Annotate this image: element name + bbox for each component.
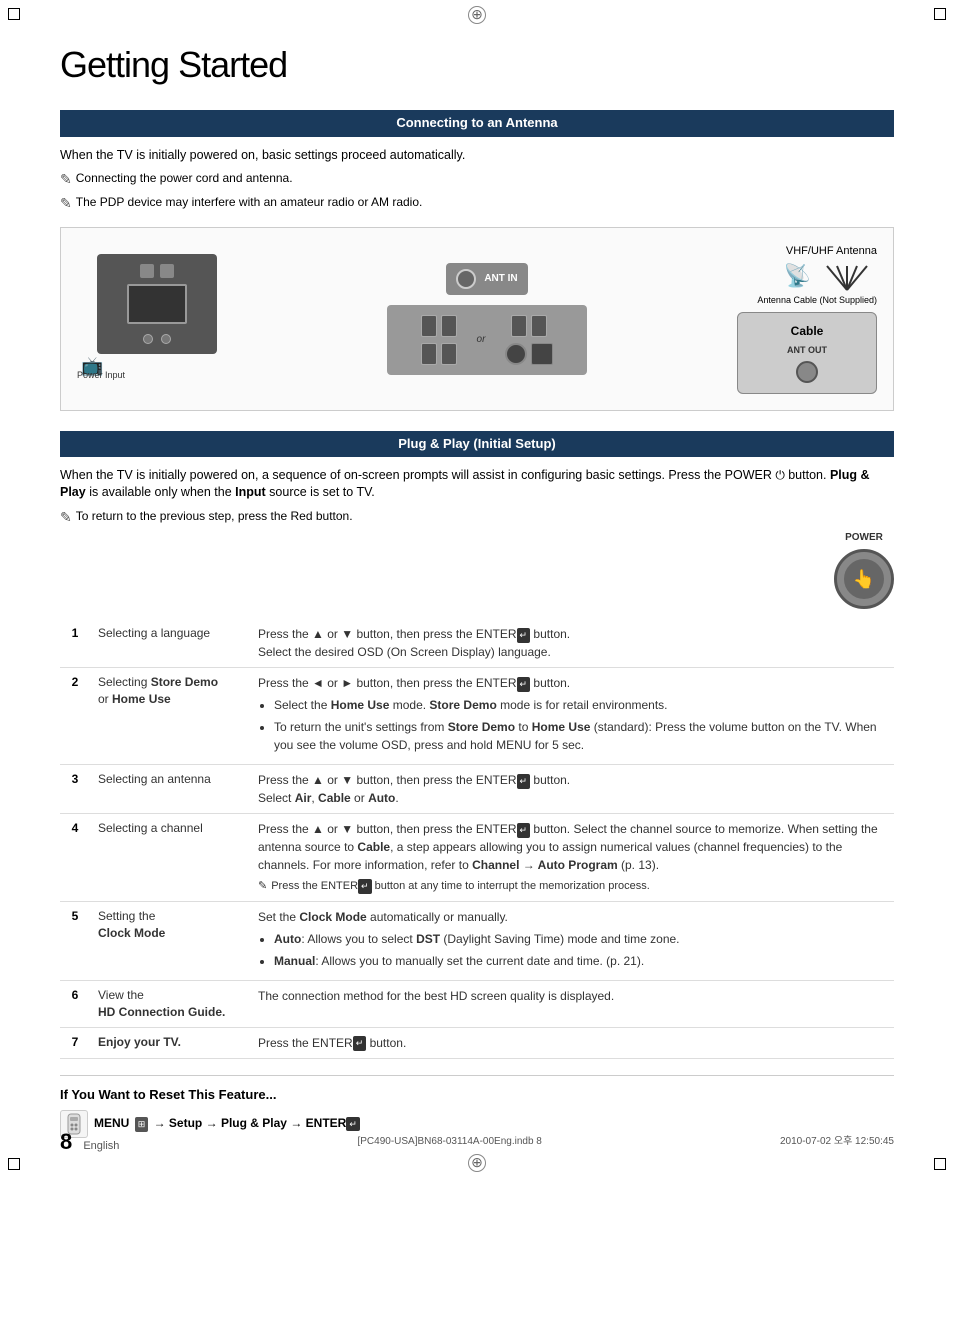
step-desc-4: Press the ▲ or ▼ button, then press the … — [250, 814, 894, 902]
antenna-symbol: 📡 — [737, 262, 877, 292]
power-button-illustration: POWER 👆 — [834, 531, 894, 609]
ant-out-label: ANT OUT — [754, 344, 860, 357]
step-num-7: 7 — [60, 1027, 90, 1058]
antenna-cable-label: Antenna Cable (Not Supplied) — [737, 294, 877, 307]
step-num-5: 5 — [60, 901, 90, 980]
step-num-4: 4 — [60, 814, 90, 902]
step-row-5: 5 Setting theClock Mode Set the Clock Mo… — [60, 901, 894, 980]
or-text: or — [477, 333, 486, 347]
step-label-4: Selecting a channel — [90, 814, 250, 902]
antenna-diagram: 📺 Power Input ANT IN — [60, 227, 894, 410]
top-center-mark — [468, 6, 486, 24]
step-num-1: 1 — [60, 619, 90, 668]
step-label-3: Selecting an antenna — [90, 765, 250, 814]
section-plug-play: Plug & Play (Initial Setup) When the TV … — [60, 431, 894, 1138]
step-num-6: 6 — [60, 980, 90, 1027]
tv-btn-2 — [160, 264, 174, 278]
power-sym: ⏻ — [775, 468, 788, 482]
vhf-label: VHF/UHF Antenna — [737, 244, 877, 259]
step-num-2: 2 — [60, 668, 90, 765]
enter-sym-3: ↵ — [517, 774, 531, 790]
step-label-5: Setting theClock Mode — [90, 901, 250, 980]
cable-section: VHF/UHF Antenna 📡 Antenna Cable (Not Sup… — [737, 244, 877, 393]
ant-in-label: ANT IN — [484, 272, 517, 286]
tv-screen-area — [127, 284, 187, 324]
reset-title: If You Want to Reset This Feature... — [60, 1086, 894, 1104]
corner-mark-tr — [934, 8, 946, 20]
note-icon-pp: ✎ — [60, 508, 72, 528]
step-label-7: Enjoy your TV. — [90, 1027, 250, 1058]
finger-icon: 👆 — [853, 567, 875, 592]
page-footer: 8 English [PC490-USA]BN68-03114A-00Eng.i… — [60, 1127, 894, 1158]
plug-play-note: ✎ To return to the previous step, press … — [60, 508, 894, 528]
footer-date: 2010-07-02 오후 12:50:45 — [780, 1135, 894, 1149]
step-num-3: 3 — [60, 765, 90, 814]
page-title: Getting Started — [60, 40, 894, 90]
connector-body: or — [387, 305, 587, 375]
step-desc-2: Press the ◄ or ► button, then press the … — [250, 668, 894, 765]
plug-play-intro: When the TV is initially powered on, a s… — [60, 467, 894, 502]
step-row-1: 1 Selecting a language Press the ▲ or ▼ … — [60, 619, 894, 668]
step-desc-1: Press the ▲ or ▼ button, then press the … — [250, 619, 894, 668]
step-row-3: 3 Selecting an antenna Press the ▲ or ▼ … — [60, 765, 894, 814]
corner-mark-bl — [8, 1158, 20, 1170]
antenna-svg — [817, 262, 877, 292]
tv-btn-1 — [140, 264, 154, 278]
power-label: POWER — [834, 531, 894, 545]
section-antenna: Connecting to an Antenna When the TV is … — [60, 110, 894, 410]
enter-sym-4: ↵ — [517, 823, 531, 839]
enter-sym-4b: ↵ — [358, 879, 372, 895]
corner-mark-br — [934, 1158, 946, 1170]
step-desc-6: The connection method for the best HD sc… — [250, 980, 894, 1027]
step-label-1: Selecting a language — [90, 619, 250, 668]
ant-circle — [456, 269, 476, 289]
antenna-intro: When the TV is initially powered on, bas… — [60, 147, 894, 165]
antenna-note-2: ✎ The PDP device may interfere with an a… — [60, 194, 894, 214]
step-label-2: Selecting Store Demoor Home Use — [90, 668, 250, 765]
page-num: 8 — [60, 1129, 72, 1154]
cable-port — [796, 361, 818, 383]
note-icon-2: ✎ — [60, 194, 72, 214]
step-desc-7: Press the ENTER↵ button. — [250, 1027, 894, 1058]
power-input-label: Power Input — [77, 369, 125, 382]
power-btn-inner: 👆 — [842, 557, 886, 601]
enter-sym-2: ↵ — [517, 677, 531, 693]
connector-section: ANT IN or — [247, 254, 727, 384]
power-btn-circle: 👆 — [834, 549, 894, 609]
footer-left: 8 English — [60, 1127, 119, 1158]
step-label-6: View theHD Connection Guide. — [90, 980, 250, 1027]
footer-lang: English — [83, 1140, 119, 1152]
cable-box-title: Cable — [754, 323, 860, 340]
step-row-4: 4 Selecting a channel Press the ▲ or ▼ b… — [60, 814, 894, 902]
step-row-7: 7 Enjoy your TV. Press the ENTER↵ button… — [60, 1027, 894, 1058]
step-row-2: 2 Selecting Store Demoor Home Use Press … — [60, 668, 894, 765]
step-desc-3: Press the ▲ or ▼ button, then press the … — [250, 765, 894, 814]
step-desc-5: Set the Clock Mode automatically or manu… — [250, 901, 894, 980]
section-plug-play-header: Plug & Play (Initial Setup) — [60, 431, 894, 457]
footer-file-info: [PC490-USA]BN68-03114A-00Eng.indb 8 — [357, 1135, 541, 1149]
step-row-6: 6 View theHD Connection Guide. The conne… — [60, 980, 894, 1027]
step4-note: ✎ Press the ENTER↵ button at any time to… — [258, 878, 886, 895]
ant-in-box: ANT IN — [446, 263, 527, 295]
cable-box: Cable ANT OUT — [737, 312, 877, 393]
corner-mark-tl — [8, 8, 20, 20]
section-antenna-header: Connecting to an Antenna — [60, 110, 894, 136]
tv-device: 📺 Power Input — [77, 254, 237, 384]
enter-sym-7: ↵ — [353, 1036, 367, 1052]
enter-sym-1: ↵ — [517, 628, 531, 644]
antenna-note-1: ✎ Connecting the power cord and antenna. — [60, 170, 894, 190]
note-icon-4: ✎ — [258, 878, 267, 895]
setup-table: 1 Selecting a language Press the ▲ or ▼ … — [60, 619, 894, 1058]
note-icon-1: ✎ — [60, 170, 72, 190]
